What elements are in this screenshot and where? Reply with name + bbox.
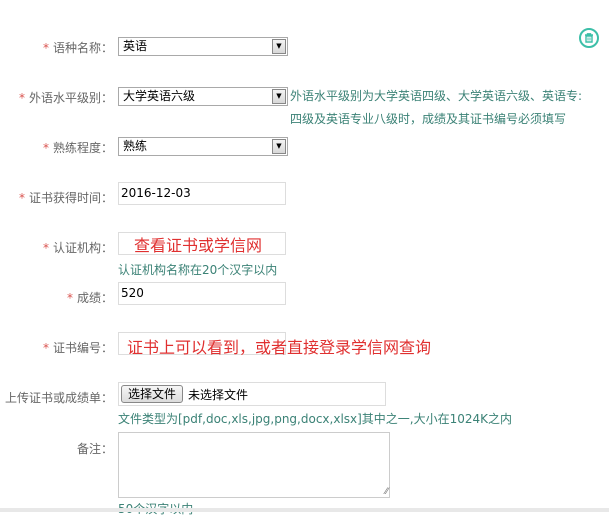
remark-label: 备注： [76,442,113,456]
delete-button[interactable] [579,28,599,48]
bottom-bar [0,508,609,512]
upload-hint: 文件类型为[pdf,doc,xls,jpg,png,docx,xlsx]其中之一… [118,412,513,426]
date-input[interactable]: 2016-12-03 [118,182,286,205]
upload-label: 上传证书或成绩单： [4,391,113,405]
org-hint: 认证机构名称在20个汉字以内 [118,263,278,277]
level-hint-1: 外语水平级别为大学英语四级、大学英语六级、英语专: [290,89,583,103]
proficiency-label: * 熟练程度： [42,141,113,155]
chevron-down-icon: ▼ [272,139,286,154]
file-input[interactable]: 选择文件 未选择文件 [118,382,386,406]
resize-handle-icon[interactable]: ⁄⁄ [385,487,388,497]
proficiency-select[interactable]: 熟练 ▼ [118,137,288,156]
cert-no-annotation: 证书上可以看到，或者直接登录学信网查询 [127,338,432,357]
chevron-down-icon: ▼ [272,89,286,104]
date-label: * 证书获得时间： [18,191,113,205]
language-label: * 语种名称： [42,41,113,55]
org-label: * 认证机构： [42,241,113,255]
language-select[interactable]: 英语 ▼ [118,37,288,56]
cert-no-label: * 证书编号： [42,341,113,355]
remark-textarea[interactable]: ⁄⁄ [118,432,390,498]
score-label: * 成绩： [66,291,113,305]
file-status: 未选择文件 [188,388,249,402]
level-select[interactable]: 大学英语六级 ▼ [118,87,288,106]
trash-icon [585,33,593,43]
org-annotation: 查看证书或学信网 [134,236,263,255]
chevron-down-icon: ▼ [272,39,286,54]
level-label: * 外语水平级别： [18,91,113,105]
level-hint-2: 四级及英语专业八级时，成绩及其证书编号必须填写 [290,112,567,126]
choose-file-button[interactable]: 选择文件 [121,385,184,403]
score-input[interactable]: 520 [118,282,286,305]
